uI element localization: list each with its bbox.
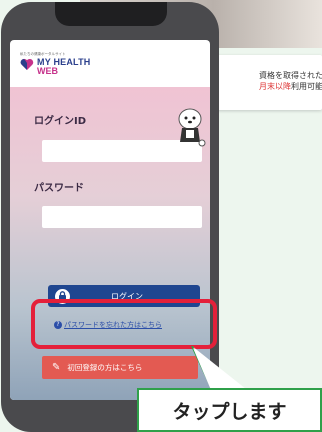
phone-notch (55, 2, 167, 26)
mascot-icon (178, 108, 206, 147)
heart-icon (20, 58, 34, 70)
password-input[interactable] (42, 206, 202, 228)
callout-box: タップします (137, 388, 322, 432)
password-label: パスワード (34, 183, 84, 194)
background-card-line1: 資格を取得された (259, 71, 322, 80)
logo-subtitle: WEB (37, 66, 58, 76)
background-card-line2: 月末以降利用可能 (259, 81, 322, 92)
login-id-label: ログインID (34, 116, 87, 127)
background-card-text: 利用可能 (291, 82, 322, 91)
tap-highlight-frame (31, 299, 217, 349)
register-button[interactable]: ✎ 初回登録の方はこちら (42, 356, 198, 379)
app-logo: 私たちの健康ポータルサイト MY HEALTH WEB (20, 52, 90, 76)
callout-pointer (191, 346, 246, 390)
background-info-card: 資格を取得された 月末以降利用可能 (205, 55, 322, 110)
pencil-icon: ✎ (52, 362, 61, 373)
callout-text: タップします (172, 400, 287, 423)
register-button-label: 初回登録の方はこちら (67, 363, 143, 372)
smartphone-frame: 私たちの健康ポータルサイト MY HEALTH WEB ログインID パスワード (1, 2, 219, 432)
background-card-highlight-text: 月末以降 (259, 82, 291, 91)
